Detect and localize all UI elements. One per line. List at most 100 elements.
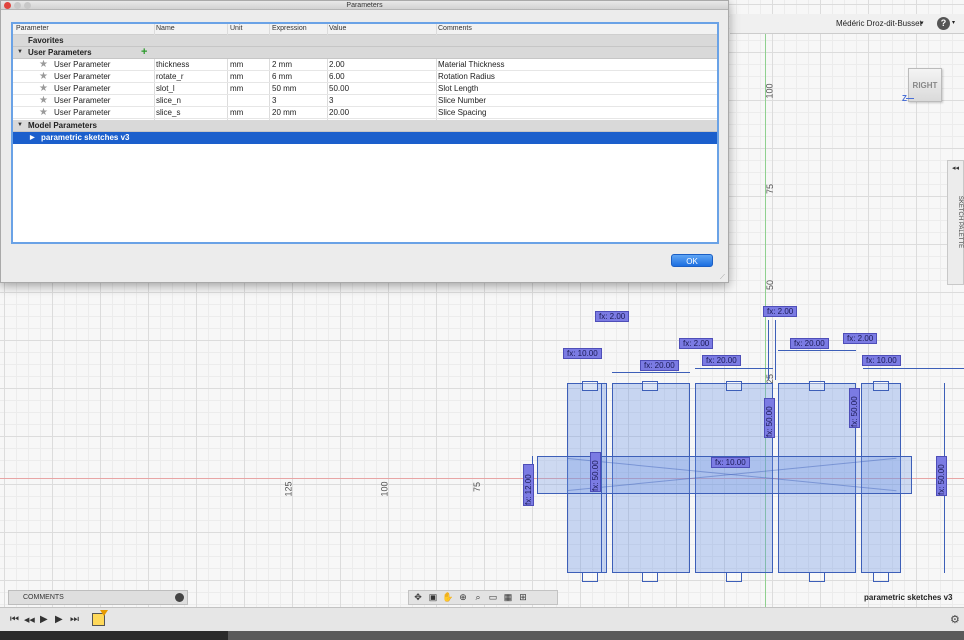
view-cube-right-face[interactable]: RIGHT — [908, 68, 942, 102]
parameters-dialog: Parameters Parameter Name Unit Expressio… — [0, 0, 729, 283]
dimension-label-vertical[interactable]: fx: 50.00 — [936, 456, 947, 496]
dimension-label[interactable]: fx: 2.00 — [763, 306, 798, 317]
param-expression[interactable]: 20 mm — [272, 108, 296, 117]
dimension-label[interactable]: fx: 2.00 — [843, 333, 878, 344]
param-expression[interactable]: 50 mm — [272, 84, 296, 93]
star-icon[interactable]: ★ — [39, 107, 48, 118]
param-comment[interactable]: Slice Number — [438, 96, 486, 105]
column-header-value[interactable]: Value — [329, 25, 346, 32]
add-parameter-icon[interactable]: + — [141, 46, 147, 58]
status-strip-segment — [228, 631, 964, 640]
group-model-parameters[interactable]: ▼ Model Parameters — [13, 120, 717, 132]
dimension-label[interactable]: fx: 10.00 — [862, 355, 901, 366]
dimension-label[interactable]: fx: 10.00 — [563, 348, 602, 359]
help-caret-icon[interactable]: ▾ — [952, 19, 955, 26]
zoom-window-icon[interactable] — [24, 2, 31, 9]
column-header-parameter[interactable]: Parameter — [16, 25, 49, 32]
table-row[interactable]: ★ User Parameter slice_n 3 3 Slice Numbe… — [13, 95, 717, 107]
dimension-label[interactable]: fx: 20.00 — [702, 355, 741, 366]
collapse-triangle-icon[interactable]: ▼ — [17, 49, 23, 55]
dimension-line — [863, 368, 964, 369]
timeline-marker-icon[interactable] — [100, 610, 108, 616]
table-row[interactable]: ★ User Parameter rotate_r mm 6 mm 6.00 R… — [13, 71, 717, 83]
table-row[interactable]: ★ User Parameter slot_l mm 50 mm 50.00 S… — [13, 83, 717, 95]
collapse-triangle-icon[interactable]: ▼ — [17, 122, 23, 128]
ruler-label-75-vertical: 75 — [765, 183, 776, 195]
param-unit[interactable]: mm — [230, 108, 243, 117]
param-name[interactable]: slice_n — [156, 96, 181, 105]
user-menu-caret-icon[interactable]: ▾ — [920, 19, 924, 27]
param-unit[interactable]: mm — [230, 84, 243, 93]
group-user-parameters[interactable]: ▼ User Parameters + — [13, 46, 717, 59]
pan-icon[interactable]: ✋ — [442, 592, 454, 603]
gear-icon[interactable]: ⚙ — [950, 613, 960, 626]
group-label: Model Parameters — [28, 121, 97, 130]
dimension-line — [601, 383, 602, 573]
add-comment-icon[interactable] — [175, 593, 184, 602]
user-name[interactable]: Médéric Droz-dit-Busset — [836, 19, 922, 28]
dimension-line — [775, 320, 776, 380]
minimize-window-icon[interactable] — [14, 2, 21, 9]
orbit-icon[interactable]: ✥ — [412, 592, 424, 603]
param-comment[interactable]: Rotation Radius — [438, 72, 495, 81]
timeline-last-button[interactable]: ⏭ — [70, 614, 79, 625]
param-unit[interactable]: mm — [230, 72, 243, 81]
sketch-palette[interactable]: ◂◂ SKETCH PALETTE — [947, 160, 964, 285]
param-comment[interactable]: Slice Spacing — [438, 108, 486, 117]
grid-icon[interactable]: ▦ — [502, 592, 514, 603]
expand-triangle-icon[interactable]: ▶ — [30, 134, 35, 141]
param-comment[interactable]: Slot Length — [438, 84, 478, 93]
dimension-label-vertical[interactable]: fx: 12.00 — [523, 464, 534, 506]
timeline-play-button[interactable]: ▶ — [40, 614, 48, 625]
star-icon[interactable]: ★ — [39, 59, 48, 70]
dimension-label[interactable]: fx: 2.00 — [679, 338, 714, 349]
star-icon[interactable]: ★ — [39, 83, 48, 94]
close-window-icon[interactable] — [4, 2, 11, 9]
column-header-expression[interactable]: Expression — [272, 25, 307, 32]
param-name[interactable]: thickness — [156, 60, 189, 69]
zoom-window-icon[interactable]: ⊕ — [457, 592, 469, 603]
model-item-row[interactable]: ▶ parametric sketches v3 — [13, 132, 717, 144]
dimension-label[interactable]: fx: 20.00 — [640, 360, 679, 371]
viewports-icon[interactable]: ⊞ — [517, 592, 529, 603]
view-cube-axis-icon — [906, 98, 914, 99]
comments-panel[interactable]: COMMENTS — [8, 590, 188, 605]
timeline-previous-button[interactable]: ◀◀ — [24, 616, 35, 624]
sketch-tab — [726, 572, 742, 582]
look-icon[interactable]: ▣ — [427, 592, 439, 603]
dimension-label[interactable]: fx: 20.00 — [790, 338, 829, 349]
display-icon[interactable]: ▭ — [487, 592, 499, 603]
table-row[interactable]: ★ User Parameter slice_s mm 20 mm 20.00 … — [13, 107, 717, 119]
param-expression[interactable]: 2 mm — [272, 60, 292, 69]
dimension-label-vertical[interactable]: fx: 50.00 — [590, 452, 601, 492]
resize-grip-icon[interactable]: ⟋ — [720, 274, 725, 282]
ok-button[interactable]: OK — [671, 254, 713, 267]
param-name[interactable]: rotate_r — [156, 72, 184, 81]
ruler-label-75: 75 — [472, 481, 483, 493]
timeline-first-button[interactable]: ⏮ — [10, 614, 19, 625]
dimension-label[interactable]: fx: 2.00 — [595, 311, 630, 322]
group-favorites[interactable]: Favorites — [13, 35, 717, 47]
expand-palette-icon[interactable]: ◂◂ — [952, 164, 959, 172]
zoom-icon[interactable]: ⌕ — [472, 592, 484, 603]
param-expression[interactable]: 3 — [272, 96, 276, 105]
model-item-label: parametric sketches v3 — [41, 133, 130, 142]
table-row[interactable]: ★ User Parameter thickness mm 2 mm 2.00 … — [13, 59, 717, 71]
param-comment[interactable]: Material Thickness — [438, 60, 505, 69]
param-name[interactable]: slice_s — [156, 108, 180, 117]
column-header-unit[interactable]: Unit — [230, 25, 242, 32]
param-unit[interactable]: mm — [230, 60, 243, 69]
dimension-label-vertical[interactable]: fx: 50.00 — [764, 398, 775, 438]
dimension-label[interactable]: fx: 10.00 — [711, 457, 750, 468]
timeline-next-button[interactable]: ▶ — [55, 614, 63, 625]
param-expression[interactable]: 6 mm — [272, 72, 292, 81]
sketch-palette-label: SKETCH PALETTE — [957, 195, 963, 249]
star-icon[interactable]: ★ — [39, 95, 48, 106]
help-button[interactable]: ? — [937, 17, 950, 30]
param-name[interactable]: slot_l — [156, 84, 175, 93]
star-icon[interactable]: ★ — [39, 71, 48, 82]
table-header: Parameter Name Unit Expression Value Com… — [13, 24, 717, 35]
column-header-comments[interactable]: Comments — [438, 25, 472, 32]
dimension-label-vertical[interactable]: fx: 50.00 — [849, 388, 860, 428]
column-header-name[interactable]: Name — [156, 25, 175, 32]
